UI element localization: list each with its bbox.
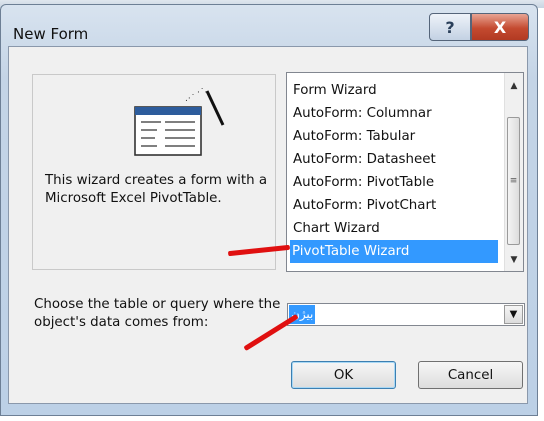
wizard-preview-panel: ·˙· .·˙ This wizard creates a form with … xyxy=(32,74,276,270)
wizard-wand-table-icon: ·˙· .·˙ xyxy=(134,88,225,156)
cancel-button[interactable]: Cancel xyxy=(418,361,523,389)
scroll-down-icon[interactable]: ▼ xyxy=(505,251,523,269)
list-item[interactable]: Form Wizard xyxy=(291,79,497,102)
close-icon: X xyxy=(493,17,507,37)
list-item-selected[interactable]: PivotTable Wizard xyxy=(290,240,498,263)
list-item[interactable]: Chart Wizard xyxy=(291,217,497,240)
wizard-listbox[interactable]: Form Wizard AutoForm: Columnar AutoForm:… xyxy=(286,72,524,272)
vertical-scrollbar[interactable]: ▲ ≡ ▼ xyxy=(504,73,523,271)
svg-text:.·˙: .·˙ xyxy=(185,94,195,104)
list-item[interactable]: AutoForm: Columnar xyxy=(291,102,497,125)
source-combobox[interactable]: بیژن ▼ xyxy=(287,303,525,326)
chevron-down-icon: ▼ xyxy=(509,309,518,320)
scroll-up-icon[interactable]: ▲ xyxy=(505,77,523,95)
grip-icon: ≡ xyxy=(509,176,518,186)
wizard-description: This wizard creates a form with a Micros… xyxy=(45,173,268,206)
list-item[interactable]: AutoForm: PivotTable xyxy=(291,171,497,194)
list-item[interactable]: AutoForm: Tabular xyxy=(291,125,497,148)
list-item[interactable]: AutoForm: PivotChart xyxy=(291,194,497,217)
close-button[interactable]: X xyxy=(471,13,529,41)
dropdown-button[interactable]: ▼ xyxy=(504,305,523,324)
source-prompt-label: Choose the table or query where the obje… xyxy=(34,297,281,330)
ok-button[interactable]: OK xyxy=(291,361,396,389)
scroll-thumb[interactable]: ≡ xyxy=(507,117,520,245)
help-button[interactable]: ? xyxy=(429,13,471,41)
list-item[interactable]: AutoForm: Datasheet xyxy=(291,148,497,171)
help-icon: ? xyxy=(445,17,455,37)
dialog-title: New Form xyxy=(13,25,89,43)
svg-text:·˙·: ·˙· xyxy=(197,88,207,98)
